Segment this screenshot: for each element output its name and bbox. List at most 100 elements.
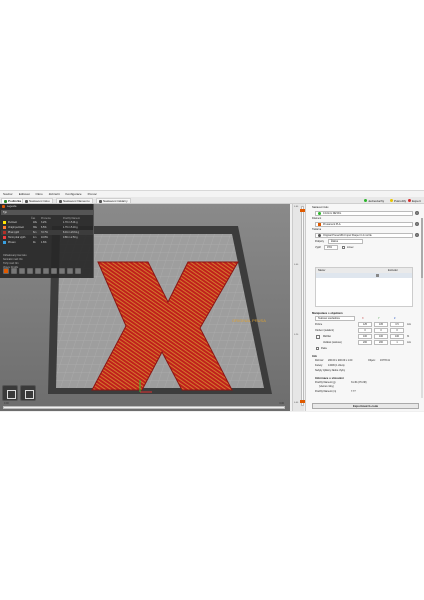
size-x-input[interactable]: 200 xyxy=(358,340,372,345)
color-change-toggle-icon[interactable] xyxy=(51,268,57,274)
mode-advanced-label: Pokročilý xyxy=(394,198,407,203)
supports-select[interactable]: Žádné xyxy=(328,239,363,244)
legend-row-name: Vnější perimetr xyxy=(8,226,25,229)
sidebar-panel: Nastavení tisku 0.10mm DETAIL Filament P… xyxy=(305,204,424,411)
tab-bar: Podložka Nastavení tisku Nastavení filam… xyxy=(0,197,424,204)
legend-row[interactable]: Přesun 9s 1.6% xyxy=(1,240,93,245)
menu-configuration[interactable]: Konfigurace xyxy=(66,192,82,196)
retraction-toggle-icon[interactable] xyxy=(19,268,25,274)
printer-profile-value: Original Prusa MK4 Input Shaper 0.4 nozz… xyxy=(323,234,372,237)
filament-profile-select[interactable]: Prusament PLA xyxy=(315,222,413,227)
legend-row-filament: 1.76 m 5.19 g xyxy=(63,226,78,229)
legend-panel: Legenda Typ Čas Procenta Použitý filamen… xyxy=(0,204,94,278)
tab-print-settings[interactable]: Nastavení tisku xyxy=(22,198,53,203)
info-size-label: Rozměr: xyxy=(315,359,325,362)
legend-swatch xyxy=(3,241,6,244)
sidebar-scrollbar[interactable] xyxy=(421,218,423,398)
export-gcode-button[interactable]: Exportovat G-code xyxy=(312,403,419,409)
prusaslicer-window: Soubor Editovat Okno Zobrazit Konfigurac… xyxy=(0,190,424,412)
legend-feature-toggles xyxy=(3,268,81,274)
filament-settings-gear-icon[interactable] xyxy=(415,222,419,226)
position-z-input[interactable]: 0.5 xyxy=(390,322,404,327)
printer-settings-gear-icon[interactable] xyxy=(415,233,419,237)
rotation-label: Otočení (relativní) xyxy=(315,329,334,332)
manipulation-title: Manipulace s objektem xyxy=(312,311,343,315)
rotation-x-input[interactable]: 0 xyxy=(358,328,372,333)
deretraction-toggle-icon[interactable] xyxy=(27,268,33,274)
3d-view-cube-icon[interactable] xyxy=(2,385,18,401)
supports-value: Žádné xyxy=(331,240,339,243)
pause-toggle-icon[interactable] xyxy=(59,268,65,274)
brim-checkbox[interactable] xyxy=(342,246,345,249)
slice-info-title: Informace o slicování xyxy=(315,376,344,380)
rotation-z-input[interactable]: 0 xyxy=(390,328,404,333)
tool-marker-toggle-icon[interactable] xyxy=(75,268,81,274)
menu-file[interactable]: Soubor xyxy=(3,192,13,196)
legend-view-type-select[interactable]: Typ xyxy=(1,210,93,215)
legend-swatch xyxy=(3,236,6,239)
print-settings-label: Nastavení tisku xyxy=(312,206,329,209)
printer-profile-select[interactable]: Original Prusa MK4 Input Shaper 0.4 nozz… xyxy=(315,233,413,238)
legend-rows: Perimetr 18s 3.2% 1.70 m 5.01 g Vnější p… xyxy=(1,220,93,245)
tab-printer-settings[interactable]: Nastavení tiskárny xyxy=(96,198,131,203)
travel-toggle-icon[interactable] xyxy=(3,268,9,274)
profile-status-icon xyxy=(318,212,321,215)
bed-logo: ORIGINAL PRUSA xyxy=(232,318,266,323)
scale-label: Měřítko xyxy=(323,335,331,338)
mode-advanced-dot-icon xyxy=(390,199,393,202)
size-z-input[interactable]: 1 xyxy=(390,340,404,345)
filament-settings-icon xyxy=(59,199,62,203)
vertical-layer-slider[interactable]: 0.60 0.40 0.20 0.00 xyxy=(292,204,306,411)
mode-expert-button[interactable]: Expert xyxy=(406,198,423,203)
coord-system-select[interactable]: Světové souřadnice xyxy=(315,316,355,321)
3d-viewport[interactable]: ORIGINAL PRUSA Legenda Typ Čas Procenta … xyxy=(0,204,290,411)
tab-plater[interactable]: Podložka xyxy=(1,198,25,203)
filament-color-icon xyxy=(318,223,321,226)
menu-help[interactable]: Pomoc xyxy=(88,192,97,196)
scale-y-input[interactable]: 100 xyxy=(374,334,388,339)
scale-x-input[interactable]: 100 xyxy=(358,334,372,339)
info-facets-value: 13406 (1 shiva) xyxy=(328,364,345,367)
menu-edit[interactable]: Editovat xyxy=(19,192,30,196)
print-profile-value: 0.10mm DETAIL xyxy=(323,212,342,215)
seam-toggle-icon[interactable] xyxy=(35,268,41,274)
position-x-input[interactable]: 125 xyxy=(358,322,372,327)
mode-simple-button[interactable]: Jednoduchý xyxy=(362,198,386,203)
object-row[interactable] xyxy=(316,273,412,278)
ruler-value: 0.00 xyxy=(294,402,299,404)
scale-z-input[interactable]: 100 xyxy=(390,334,404,339)
tool-change-toggle-icon[interactable] xyxy=(43,268,49,274)
info-volume-label: Objem: xyxy=(368,359,376,362)
object-settings-icon[interactable] xyxy=(376,274,379,277)
print-settings-gear-icon[interactable] xyxy=(415,211,419,215)
legend-row-time: 1m xyxy=(33,236,37,239)
info-size-value: 200.00 x 200.00 x 1.00 xyxy=(328,359,353,362)
sidebar-scroll-thumb[interactable] xyxy=(421,218,423,278)
wipe-toggle-icon[interactable] xyxy=(11,268,17,274)
object-list[interactable]: Název Extruder xyxy=(315,267,413,307)
legend-header[interactable]: Legenda xyxy=(0,204,93,209)
legend-estimate-value: 8m xyxy=(15,262,19,265)
infill-value: 15% xyxy=(327,246,333,249)
preview-cube-icon[interactable] xyxy=(20,385,36,401)
inches-checkbox[interactable] xyxy=(316,347,319,350)
position-y-input[interactable]: 105 xyxy=(374,322,388,327)
legend-row-percent: 72.7% xyxy=(41,231,48,234)
filament-used-m-value: 7.77 xyxy=(351,390,356,393)
infill-select[interactable]: 15% xyxy=(324,245,338,250)
filament-used-sub: (včetně cívky) xyxy=(319,385,334,388)
tab-filament-settings[interactable]: Nastavení filamentu xyxy=(56,198,93,203)
menu-window[interactable]: Okno xyxy=(36,192,43,196)
ruler-value: 0.20 xyxy=(294,334,299,336)
size-y-input[interactable]: 200 xyxy=(374,340,388,345)
shells-toggle-icon[interactable] xyxy=(67,268,73,274)
rotation-y-input[interactable]: 0 xyxy=(374,328,388,333)
lock-icon[interactable] xyxy=(316,335,320,339)
printer-settings-icon xyxy=(99,199,102,203)
legend-swatch xyxy=(3,221,6,224)
tab-plater-label: Podložka xyxy=(8,199,22,203)
horizontal-layer-slider[interactable]: 0.00 0.00 xyxy=(3,402,285,409)
print-profile-select[interactable]: 0.10mm DETAIL xyxy=(315,211,413,216)
legend-row-time: 6m xyxy=(33,231,37,234)
menu-view[interactable]: Zobrazit xyxy=(49,192,60,196)
